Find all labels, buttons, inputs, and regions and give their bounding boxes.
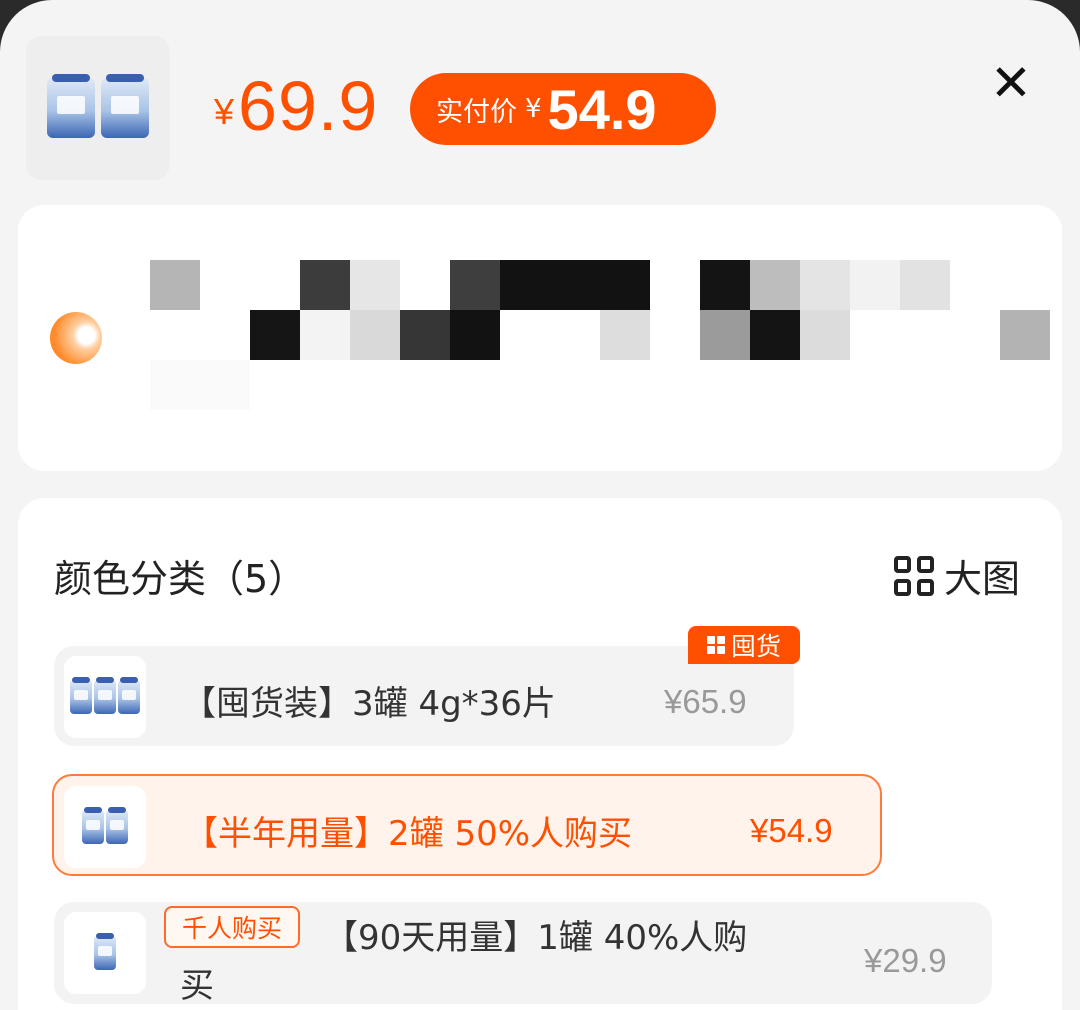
popular-tag: 千人购买 [164,906,300,948]
sku-thumbnail [64,656,146,738]
jar-image [101,74,149,138]
bulk-icon [706,636,725,654]
pay-price-value: 54.9 [547,77,657,141]
bigpic-label: 大图 [944,557,1021,601]
sku-selector-sheet: ¥69.9 实付价 ¥ 54.9 ✕ 颜色分类（5） 大图 【囤货装】3罐 4g… [0,0,1080,1010]
sku-label: 【囤货装】3罐 4g*36片 [182,684,556,724]
sku-option-selected[interactable]: 【半年用量】2罐 50%人购买 ¥54.9 [52,774,882,876]
product-thumbnail[interactable] [26,36,170,180]
jar-image [94,677,116,714]
sku-label-line2: 买 [180,966,214,1006]
pixelation-mosaic [150,260,1050,410]
sku-price: ¥29.9 [864,942,947,979]
redacted-info-card [18,205,1062,471]
grid-icon [894,555,934,596]
jar-image [70,677,92,714]
close-icon[interactable]: ✕ [984,56,1038,110]
pay-price-label: 实付价 [436,96,517,128]
sku-thumbnail [64,786,146,868]
bigpic-button[interactable]: 大图 [894,548,1020,603]
sku-label: 【半年用量】2罐 50%人购买 [184,814,633,854]
sku-price: ¥65.9 [664,683,747,720]
sku-thumbnail [64,912,146,994]
sku-option[interactable]: 【囤货装】3罐 4g*36片 ¥65.9 [54,646,794,746]
spec-title: 颜色分类（5） [54,557,307,601]
sku-label-line1: 【90天用量】1罐 40%人购 [324,918,748,958]
sku-price: ¥54.9 [750,812,833,849]
bulk-tag: 囤货 [688,626,800,664]
jar-image [47,74,95,138]
store-logo-icon [50,312,102,364]
jar-image [94,933,116,970]
original-price: ¥69.9 [214,67,379,145]
jar-image [106,807,128,844]
jar-image [82,807,104,844]
jar-image [118,677,140,714]
actual-pay-price-badge: 实付价 ¥ 54.9 [410,73,716,145]
